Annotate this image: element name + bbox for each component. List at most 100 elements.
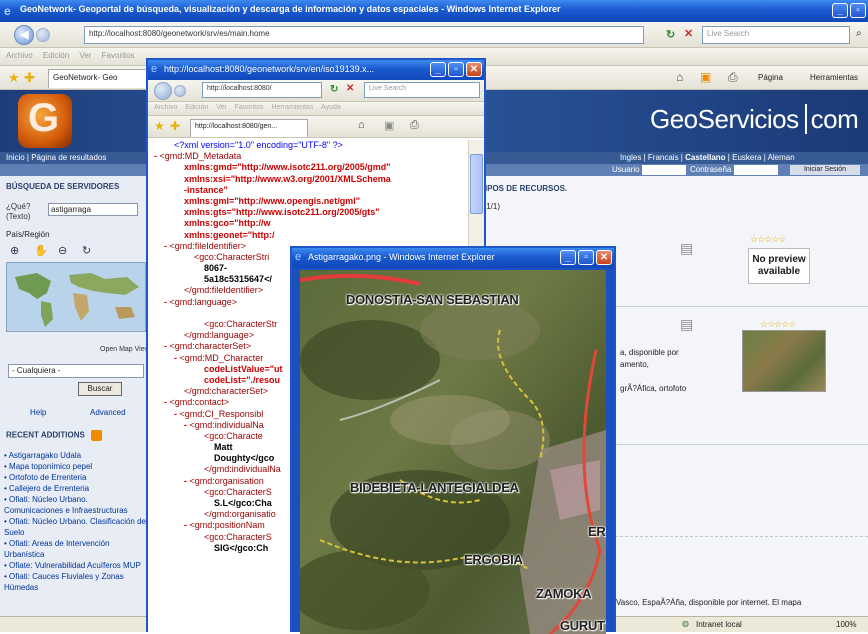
xml-line: xmlns:xsi="http://www.w3.org/2001/XMLSch… [154,174,466,185]
menu-archivo[interactable]: Archivo [154,104,177,111]
zoom-level[interactable]: 100% [836,620,856,629]
refresh-map-icon[interactable]: ↻ [82,244,91,257]
home-icon[interactable]: ⌂ [676,70,683,84]
page-menu[interactable]: Página [758,73,783,82]
menu-favoritos[interactable]: Favoritos [235,104,264,111]
feeds-icon[interactable]: ▣ [384,119,394,132]
maximize-button[interactable]: ▫ [578,250,594,265]
lang-castellano[interactable]: Castellano [685,153,725,162]
main-address-bar[interactable]: http://localhost:8080/geonetwork/srv/es/… [84,26,644,44]
lang-francais[interactable]: Francais [648,153,679,162]
recent-item[interactable]: • Ofiati: Areas de Intervención Urbaníst… [4,538,148,560]
result-thumbnail[interactable] [742,330,826,392]
rss-icon[interactable] [91,430,103,441]
xml-line-text: <?xml version="1.0" encoding="UTF-8" ?> [174,140,343,150]
print-icon[interactable]: ⎙ [410,119,419,132]
forward-button[interactable] [36,28,50,42]
xml-title-bar: e http://localhost:8080/geonetwork/srv/e… [148,60,484,80]
stop-icon[interactable]: ✕ [684,27,693,40]
user-input[interactable] [642,165,686,175]
minimize-button[interactable]: _ [430,62,446,77]
menu-herramientas[interactable]: Herramientas [271,104,313,111]
xml-search-placeholder: Live Search [369,85,406,92]
nav-left-links[interactable]: Inicio | Página de resultados [6,153,106,162]
pan-icon[interactable]: ✋ [34,244,48,257]
scroll-thumb[interactable] [470,154,483,214]
xml-line-text: <gmd:language> [169,296,238,307]
forward-button[interactable] [174,85,186,97]
add-favorites-icon[interactable]: ✚ [24,70,35,86]
menu-ayuda[interactable]: Ayuda [321,104,341,111]
main-live-search[interactable]: Live Search [702,26,850,44]
zoom-in-icon[interactable]: ⊕ [10,244,19,257]
stop-icon[interactable]: ✕ [346,83,354,94]
region-select[interactable]: - Cualquiera - [8,364,144,378]
print-icon[interactable]: ⎙ [728,70,738,85]
back-button[interactable]: ◀ [14,25,34,45]
menu-ver[interactable]: Ver [79,51,91,60]
xml-line: xmlns:gmd="http://www.isotc211.org/2005/… [154,162,466,173]
no-preview-thumbnail[interactable]: No preview available [748,248,810,284]
xml-line-text: </gmd:organisatio [204,509,276,520]
login-button[interactable]: Iniciar Sesión [790,165,860,175]
xml-line-text: codeList="./resou [204,374,281,385]
password-label: Contraseña [690,165,732,174]
favorites-star-icon[interactable]: ★ [154,119,165,133]
menu-edicion[interactable]: Edición [43,51,69,60]
refresh-icon[interactable]: ↻ [666,28,675,41]
xml-line: xmlns:gts="http://www.isotc211.org/2005/… [154,207,466,218]
home-icon[interactable]: ⌂ [358,119,365,131]
site-logo[interactable]: G [18,94,72,148]
recent-item[interactable]: • Ofiati: Núcleo Urbano. Clasificación d… [4,516,148,538]
aerial-map[interactable]: DONOSTIA-SAN SEBASTIAN BIDEBIETA-LANTEGI… [300,270,606,634]
minimize-button[interactable]: _ [560,250,576,265]
close-button[interactable]: ✕ [466,62,482,77]
what-input[interactable]: astigarraga [48,203,138,216]
maximize-button[interactable]: ▫ [448,62,464,77]
menu-edicion[interactable]: Edición [185,104,208,111]
recent-item[interactable]: • Mapa toponímico pepel [4,461,148,472]
lang-aleman[interactable]: Aleman [768,153,795,162]
xml-line-text: <gco:CharacterS [204,486,272,497]
menu-archivo[interactable]: Archivo [6,51,33,60]
map-label-bidebieta: BIDEBIETA-LANTEGIALDEA [350,480,519,495]
password-input[interactable] [734,165,778,175]
favorites-star-icon[interactable]: ★ [8,70,20,86]
menu-ver[interactable]: Ver [216,104,227,111]
maximize-button[interactable]: ▫ [850,3,866,18]
region-map[interactable] [6,262,146,332]
xml-tab[interactable]: http://localhost:8080/gen... [190,119,308,137]
recent-item[interactable]: • Ofiati: Cauces Fluviales y Zonas Húmed… [4,571,148,593]
recent-item[interactable]: • Astigarragako Udala [4,450,148,461]
feeds-icon[interactable]: ▣ [700,70,711,84]
tools-menu[interactable]: Herramientas [810,73,858,82]
xml-line-text: <gco:CharacterStri [194,251,270,262]
search-icon[interactable]: ⌕ [856,28,862,39]
menu-favoritos[interactable]: Favoritos [102,51,135,60]
advanced-link[interactable]: Advanced [90,408,126,417]
back-button[interactable] [154,82,172,100]
main-tab[interactable]: GeoNetwork- Geo [48,69,148,88]
recent-item[interactable]: • Ofiate: Vulnerabilidad Acuíferos MUP [4,560,148,571]
xml-line-text: <gco:CharacterS [204,531,272,542]
zoom-out-icon[interactable]: ⊖ [58,244,67,257]
help-link[interactable]: Help [30,408,46,417]
xml-address-row: http://localhost:8080/ ↻ ✕ Live Search [148,80,484,102]
no-preview-text: No preview available [752,254,806,277]
doc-icon[interactable]: ▤ [680,316,693,333]
add-favorites-icon[interactable]: ✚ [170,119,180,133]
refresh-icon[interactable]: ↻ [330,84,338,95]
minimize-button[interactable]: _ [832,3,848,18]
recent-item[interactable]: • Ortofoto de Errenteria [4,472,148,483]
search-button[interactable]: Buscar [78,382,122,396]
xml-address-bar[interactable]: http://localhost:8080/ [202,82,322,98]
lang-ingles[interactable]: Ingles [620,153,641,162]
xml-line: <?xml version="1.0" encoding="UTF-8" ?> [154,140,466,151]
recent-item[interactable]: • Ofiati: Núcleo Urbano. Comunicaciones … [4,494,148,516]
doc-icon[interactable]: ▤ [680,240,693,257]
xml-live-search[interactable]: Live Search [364,82,480,98]
xml-line[interactable]: - <gmd:MD_Metadata [154,151,466,162]
close-button[interactable]: ✕ [596,250,612,265]
lang-euskera[interactable]: Euskera [732,153,761,162]
recent-item[interactable]: • Callejero de Errenteria [4,483,148,494]
